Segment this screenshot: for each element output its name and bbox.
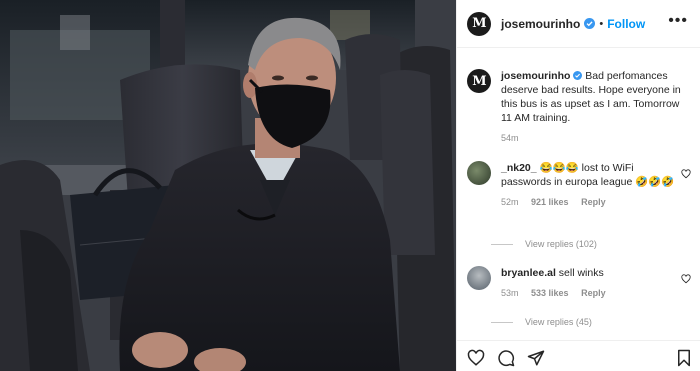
bookmark-icon[interactable]: [675, 349, 693, 367]
comment-text: sell winks: [558, 267, 604, 279]
view-replies-label: View replies (102): [525, 239, 597, 249]
comment-time[interactable]: 53m: [501, 288, 519, 298]
follow-button[interactable]: Follow: [607, 17, 645, 31]
comment-likes[interactable]: 921 likes: [531, 197, 569, 207]
comment-meta: 52m 921 likes Reply: [501, 195, 681, 209]
avatar-monogram: M: [472, 73, 486, 89]
view-replies-label: View replies (45): [525, 317, 592, 327]
caption-avatar[interactable]: M: [467, 69, 491, 93]
comment-likes[interactable]: 533 likes: [531, 288, 569, 298]
comment-icon[interactable]: [497, 349, 515, 367]
share-icon[interactable]: [527, 349, 545, 367]
comment-username[interactable]: _nk20_: [501, 162, 537, 174]
commenter-avatar[interactable]: [467, 161, 491, 185]
post-action-bar: [457, 340, 700, 371]
comment-time[interactable]: 52m: [501, 197, 519, 207]
caption-body: josemourinho Bad perfomances deserve bad…: [501, 69, 681, 145]
caption-username[interactable]: josemourinho: [501, 70, 570, 82]
reply-button[interactable]: Reply: [581, 197, 606, 207]
caption-time[interactable]: 54m: [501, 133, 519, 143]
comment-body: _nk20_ 😂😂😂 lost to WiFi passwords in eur…: [501, 161, 681, 209]
verified-badge-icon: [584, 18, 596, 29]
avatar-monogram: M: [472, 16, 486, 31]
author-avatar[interactable]: M: [467, 11, 491, 36]
comment-username[interactable]: bryanlee.al: [501, 267, 556, 279]
comment-body: bryanlee.al sell winks 53m 533 likes Rep…: [501, 266, 681, 300]
caption-meta: 54m: [501, 131, 681, 145]
verified-badge-icon: [573, 71, 583, 80]
separator-dot: •: [599, 17, 604, 30]
more-options-icon[interactable]: •••: [668, 13, 688, 29]
heart-icon[interactable]: [681, 169, 691, 179]
view-replies-link[interactable]: View replies (102): [491, 239, 597, 249]
view-replies-link[interactable]: View replies (45): [491, 317, 592, 327]
author-username[interactable]: josemourinho: [501, 17, 580, 31]
comments-list: M josemourinho Bad perfomances deserve b…: [457, 49, 700, 339]
reply-button[interactable]: Reply: [581, 288, 606, 298]
commenter-avatar[interactable]: [467, 266, 491, 290]
heart-icon[interactable]: [681, 274, 691, 284]
post-photo[interactable]: [0, 0, 456, 371]
bus-scene-image: [0, 0, 456, 371]
replies-divider: [491, 243, 513, 245]
post-side-panel: M josemourinho • Follow ••• M josemourin…: [456, 0, 700, 371]
post-header: M josemourinho • Follow: [457, 0, 700, 48]
heart-icon[interactable]: [467, 349, 485, 367]
replies-divider: [491, 321, 513, 323]
comment-meta: 53m 533 likes Reply: [501, 286, 681, 300]
